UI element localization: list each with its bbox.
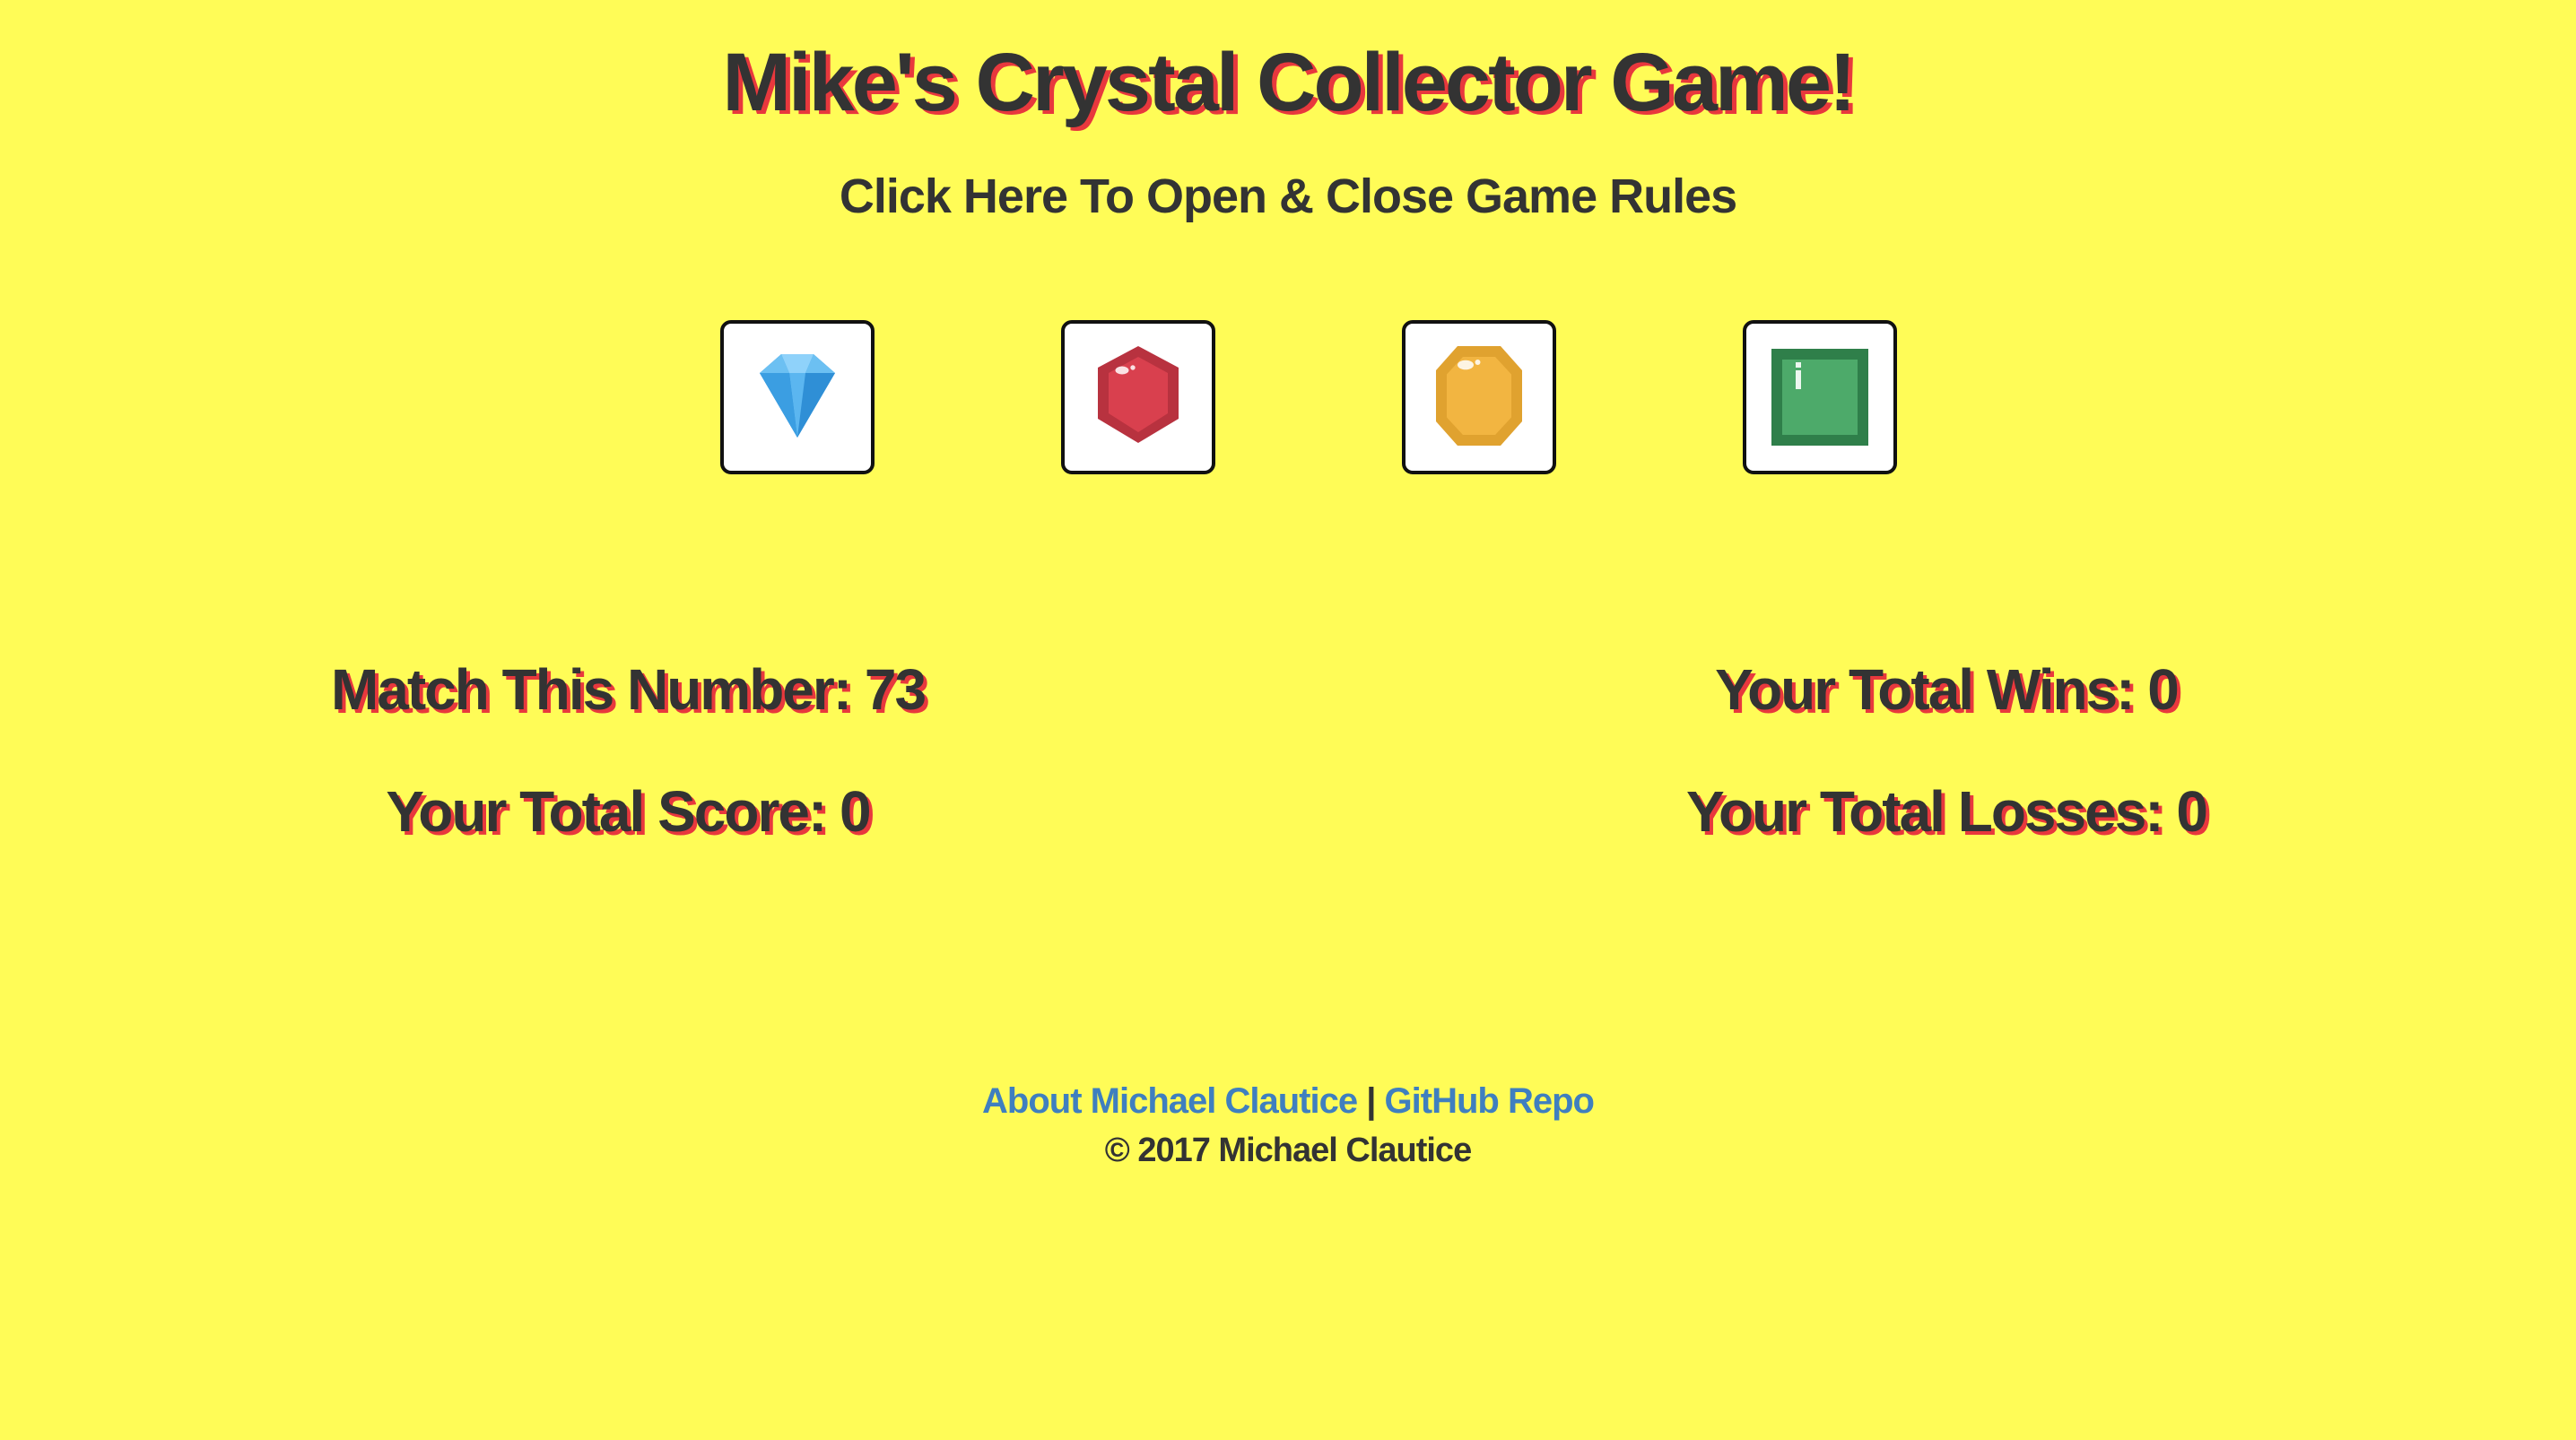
target-number-label: Match This Number: 73 <box>330 657 927 722</box>
green-emerald-icon <box>1771 349 1868 446</box>
total-score-label: Your Total Score: 0 <box>386 779 871 844</box>
copyright-text: © 2017 Michael Clautice <box>1104 1132 1472 1169</box>
crystal-button-blue[interactable] <box>720 320 875 474</box>
github-repo-link[interactable]: GitHub Repo <box>1385 1081 1595 1121</box>
crystal-button-yellow[interactable] <box>1402 320 1556 474</box>
footer-separator: | <box>1366 1081 1376 1121</box>
red-ruby-icon <box>1098 346 1179 443</box>
rules-toggle-link[interactable]: Click Here To Open & Close Game Rules <box>0 169 2576 224</box>
blue-diamond-icon <box>760 354 835 438</box>
crystal-button-red[interactable] <box>1061 320 1215 474</box>
about-link[interactable]: About Michael Clautice <box>982 1081 1358 1121</box>
crystal-button-green[interactable] <box>1743 320 1897 474</box>
footer-links: About Michael Clautice | GitHub Repo <box>0 1081 2576 1122</box>
yellow-topaz-icon <box>1436 346 1522 446</box>
page-title: Mike's Crystal Collector Game! <box>722 37 1856 128</box>
total-wins-label: Your Total Wins: 0 <box>1715 657 2180 722</box>
total-losses-label: Your Total Losses: 0 <box>1686 779 2208 844</box>
